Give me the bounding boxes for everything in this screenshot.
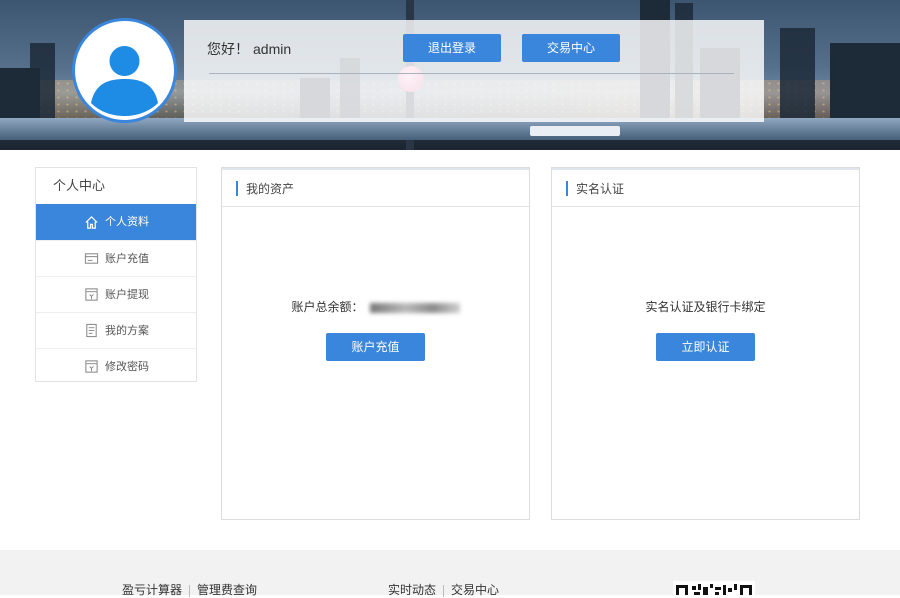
verification-card: 实名认证 实名认证及银行卡绑定 立即认证: [551, 167, 860, 520]
withdraw-icon: [83, 287, 99, 303]
card-title: 我的资产: [246, 181, 295, 196]
verify-now-button[interactable]: 立即认证: [656, 333, 755, 361]
sidebar: 个人中心 个人资料 账户充值 账户提现 我的方案 修改密码: [35, 167, 197, 382]
assets-card: 我的资产 账户总余额： 账户充值: [221, 167, 530, 520]
greeting-text: 您好！: [207, 41, 249, 57]
sidebar-item-label: 账户充值: [105, 252, 149, 265]
card-header: 我的资产: [222, 168, 529, 207]
recharge-button[interactable]: 账户充值: [326, 333, 425, 361]
lock-icon: [83, 359, 99, 375]
sidebar-item-profile[interactable]: 个人资料: [36, 204, 196, 240]
sidebar-item-label: 账户提现: [105, 288, 149, 301]
divider: [209, 73, 734, 74]
greeting: 您好！ admin: [207, 39, 291, 59]
username: admin: [253, 41, 292, 57]
sidebar-item-plans[interactable]: 我的方案: [36, 312, 196, 348]
home-icon: [83, 214, 99, 230]
user-panel: 您好！ admin 退出登录 交易中心: [184, 20, 764, 122]
document-icon: [83, 323, 99, 339]
verification-description: 实名认证及银行卡绑定: [645, 300, 766, 314]
sidebar-item-label: 个人资料: [105, 216, 149, 228]
user-avatar-icon: [79, 25, 170, 116]
card-header: 实名认证: [552, 168, 859, 207]
sidebar-title: 个人中心: [53, 178, 106, 193]
card-icon: [83, 251, 99, 267]
card-title: 实名认证: [576, 181, 625, 196]
sidebar-item-recharge[interactable]: 账户充值: [36, 240, 196, 276]
footer-links-left: 盈亏计算器 管理费查询: [122, 581, 257, 598]
accent-bar: [566, 180, 568, 196]
balance-value-redacted: [369, 302, 460, 313]
avatar[interactable]: [72, 18, 177, 123]
balance-label: 账户总余额：: [291, 300, 364, 314]
sidebar-item-label: 修改密码: [105, 360, 149, 373]
sidebar-item-password[interactable]: 修改密码: [36, 348, 196, 384]
footer-links-middle: 实时动态 交易中心: [388, 581, 499, 598]
logout-button[interactable]: 退出登录: [403, 34, 501, 62]
qr-code-icon: [673, 581, 755, 595]
sidebar-item-label: 我的方案: [105, 324, 149, 337]
accent-bar: [236, 180, 238, 196]
sidebar-item-withdraw[interactable]: 账户提现: [36, 276, 196, 312]
footer: 盈亏计算器 管理费查询 实时动态 交易中心: [0, 550, 900, 598]
balance-row: 账户总余额：: [222, 298, 529, 315]
trade-center-button[interactable]: 交易中心: [522, 34, 620, 62]
